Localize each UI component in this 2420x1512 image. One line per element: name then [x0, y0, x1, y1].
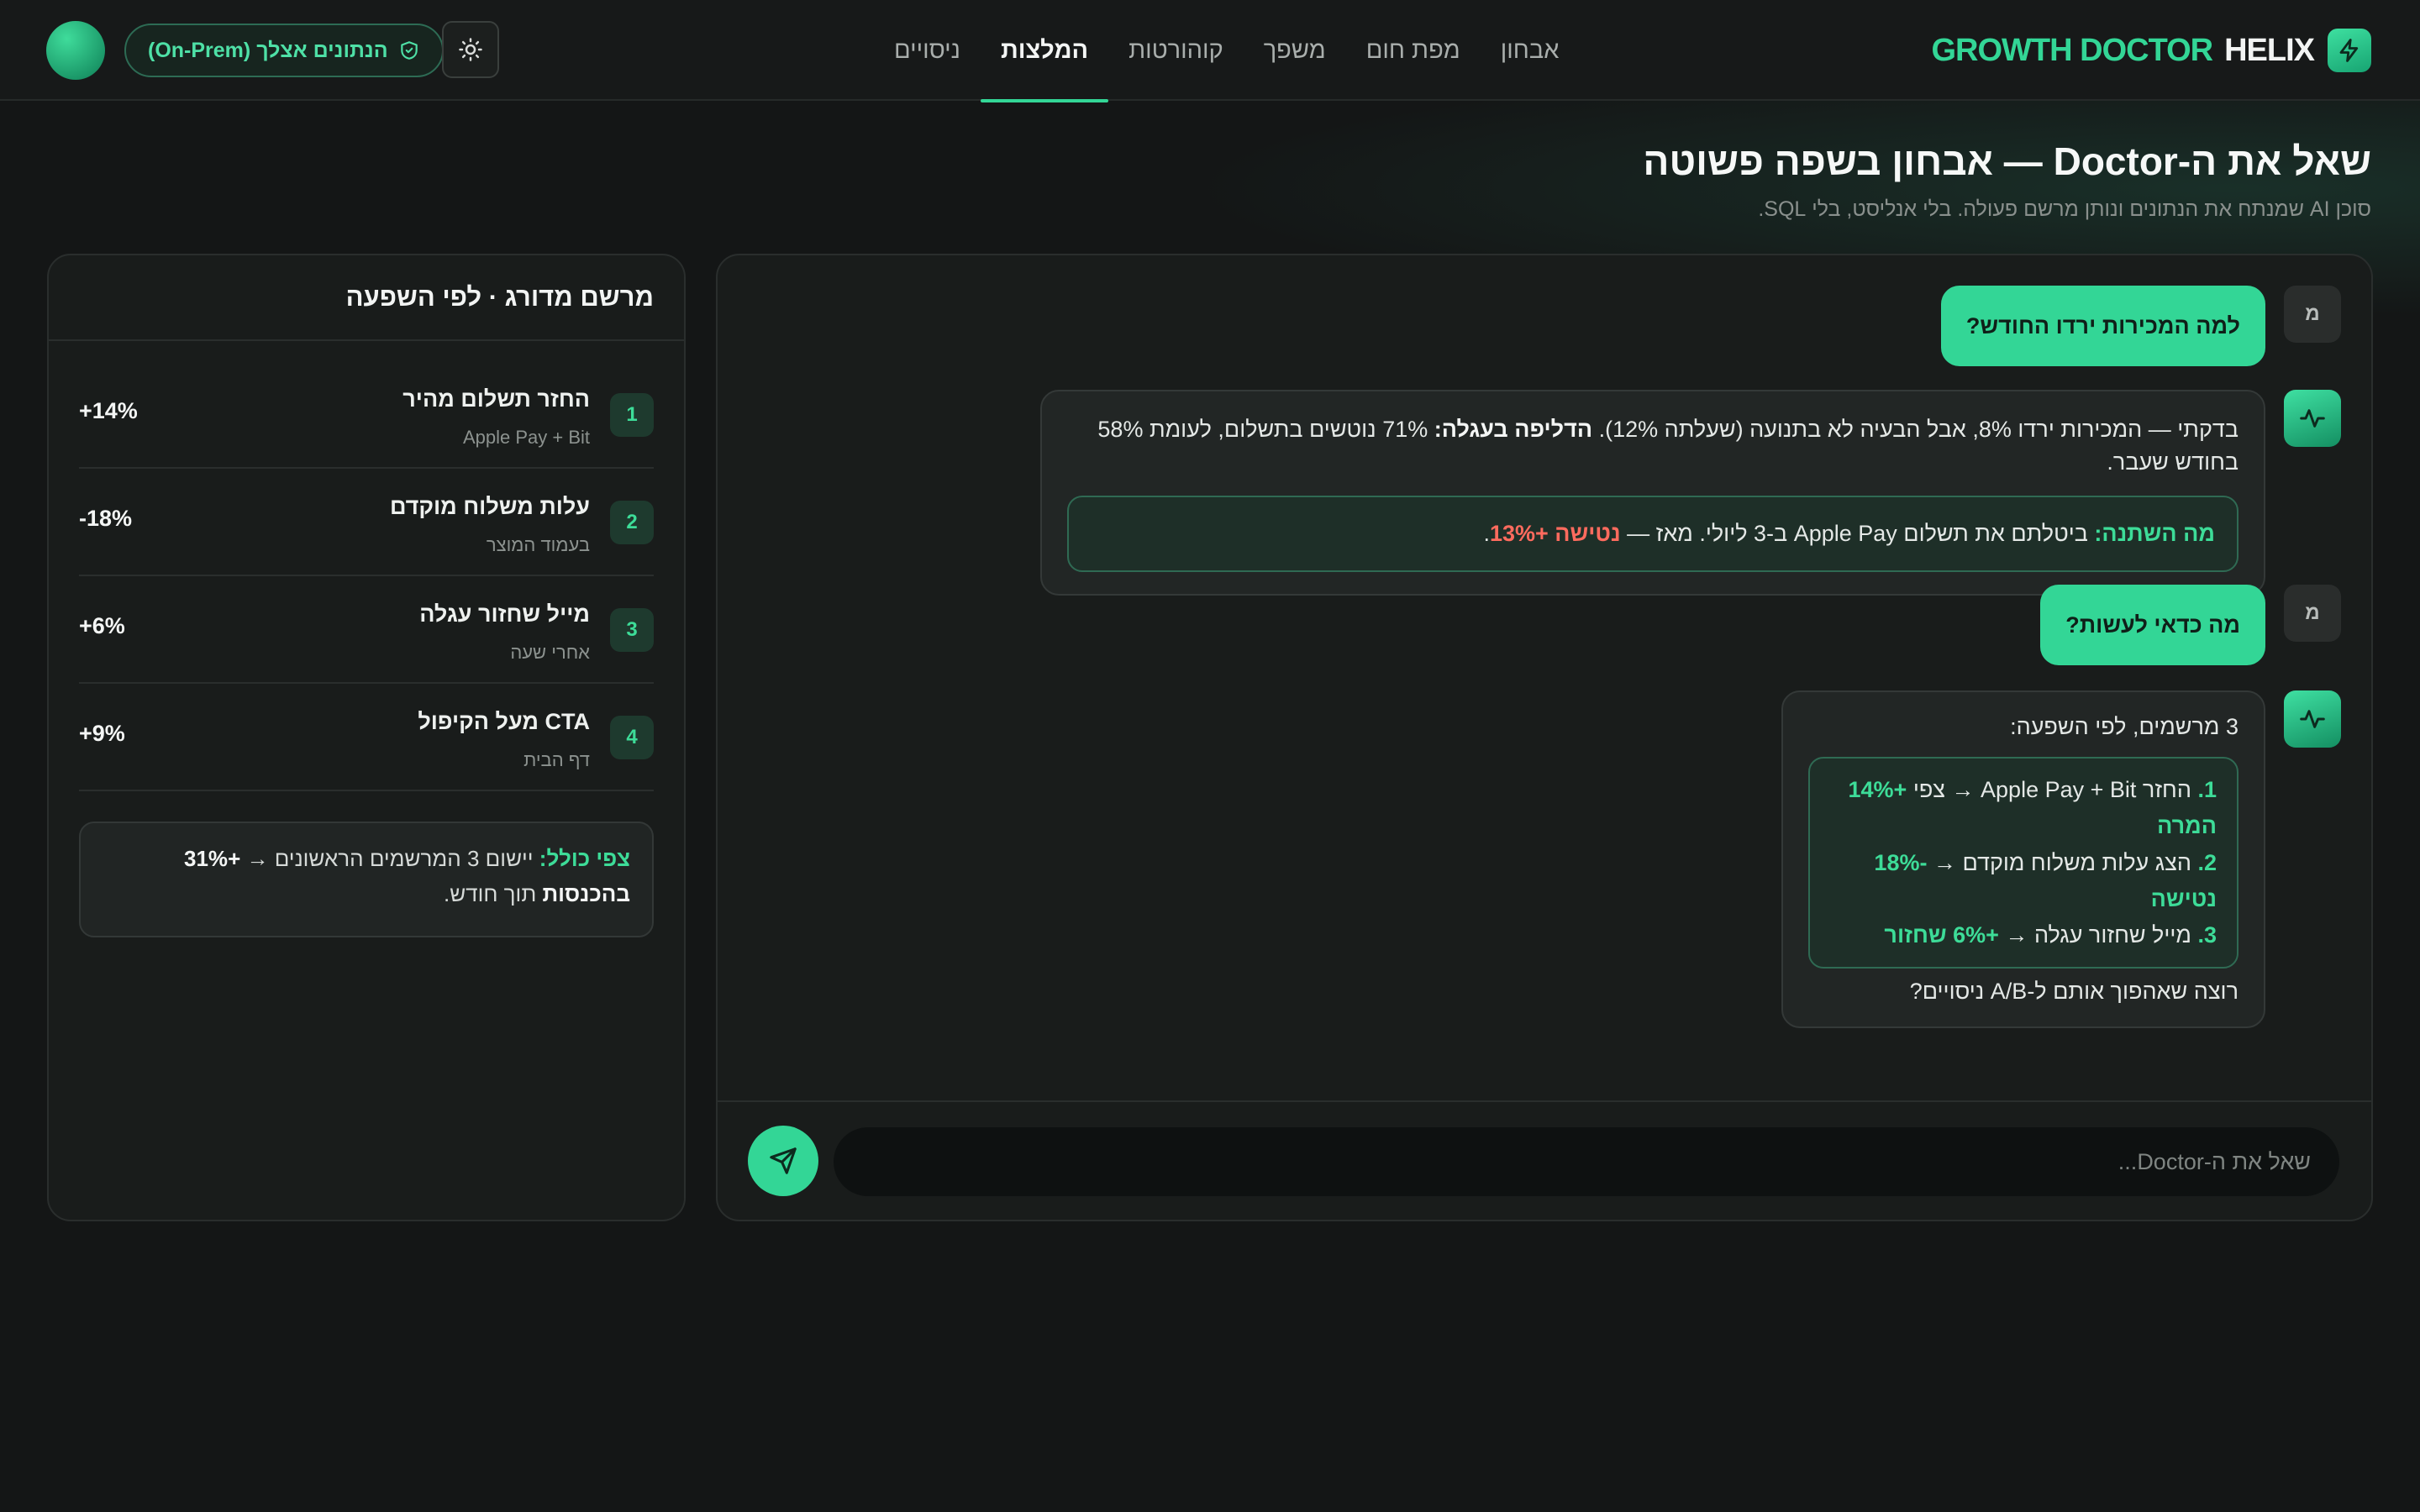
callout-end: . — [1483, 521, 1490, 547]
page-title: שאל את ה-Doctor — אבחון בשפה פשוטה — [1643, 139, 2371, 183]
chat-input[interactable] — [834, 1127, 2339, 1196]
send-icon — [770, 1147, 797, 1174]
prescription-subtitle: Apple Pay + Bit — [462, 427, 590, 448]
on-prem-label: הנתונים אצלך (On-Prem) — [148, 38, 388, 62]
prescription-impact: +9% — [79, 721, 125, 746]
message-user-1: מ למה המכירות ירדו החודש? — [1940, 286, 2341, 366]
nav-recommendations[interactable]: המלצות — [980, 0, 1109, 102]
chat-panel: מ למה המכירות ירדו החודש? בדקתי — המכירו… — [716, 254, 2373, 1221]
callout-alert: נטישה +13% — [1489, 521, 1621, 547]
composer-divider — [718, 1100, 2371, 1102]
prescription-item[interactable]: 4 CTA מעל הקיפול דף הבית +9% — [79, 684, 654, 791]
nav-experiments[interactable]: ניסויים — [874, 0, 981, 101]
top-bar: GROWTH DOCTOR HELIX אבחון מפת חום משפך קו… — [0, 0, 2420, 102]
prescription-title: החזר תשלום מהיר — [402, 386, 590, 412]
prescription-subtitle: אחרי שעה — [510, 642, 590, 663]
brand-secondary: HELIX — [2224, 32, 2315, 68]
rank-badge: 3 — [610, 608, 654, 652]
message-bot-1: בדקתי — המכירות ירדו 8%, אבל הבעיה לא בת… — [1040, 390, 2341, 596]
prescriptions-title: מרשם מדורג · לפי השפעה — [49, 255, 684, 341]
callout-label: מה השתנה: — [2094, 521, 2215, 547]
prescription-item[interactable]: 2 עלות משלוח מוקדם בעמוד המוצר -18% — [79, 469, 654, 576]
main-nav: אבחון מפת חום משפך קוהורטות המלצות ניסוי… — [874, 0, 1580, 102]
user-bubble: למה המכירות ירדו החודש? — [1940, 286, 2265, 366]
prescription-impact: +6% — [79, 613, 125, 638]
prescription-subtitle: דף הבית — [523, 749, 590, 770]
lightning-icon — [2328, 29, 2371, 72]
message-bot-2: 3 מרשמים, לפי השפעה: 1. החזר Apple Pay +… — [1781, 690, 2341, 1029]
prescription-impact: -18% — [79, 506, 133, 531]
prescription-item[interactable]: 3 מייל שחזור עגלה אחרי שעה +6% — [79, 576, 654, 684]
nav-funnel[interactable]: משפך — [1244, 0, 1346, 101]
prescription-impact: +14% — [79, 398, 138, 423]
prescription-line: 1. החזר Apple Pay + Bit → צפי +14% המרה — [1848, 777, 2217, 839]
nav-heatmap[interactable]: מפת חום — [1346, 0, 1481, 101]
rank-badge: 1 — [610, 393, 654, 437]
prescription-title: עלות משלוח מוקדם — [390, 494, 590, 519]
diagnosis-bold: הדליפה בעגלה: — [1434, 417, 1593, 442]
brand[interactable]: GROWTH DOCTOR HELIX — [1931, 27, 2371, 74]
bot-bubble: 3 מרשמים, לפי השפעה: 1. החזר Apple Pay +… — [1781, 690, 2265, 1029]
rank-badge: 2 — [610, 501, 654, 544]
prescription-line: 3. מייל שחזור עגלה → +6% שחזור — [1884, 921, 2217, 948]
message-user-2: מ מה כדאי לעשות? — [2040, 585, 2341, 665]
what-changed-callout: מה השתנה: ביטלתם את תשלום Apple Pay ב-3 … — [1067, 496, 2238, 573]
prescription-item[interactable]: 1 החזר תשלום מהיר Apple Pay + Bit +14% — [79, 361, 654, 469]
bot-bubble: בדקתי — המכירות ירדו 8%, אבל הבעיה לא בת… — [1040, 390, 2265, 596]
rank-badge: 4 — [610, 716, 654, 759]
forecast-label: צפי כולל: — [539, 846, 630, 871]
prescriptions-outro: רוצה שאהפוך אותם ל-A/B ניסויים? — [1909, 979, 2238, 1005]
user-avatar-small: מ — [2284, 585, 2341, 642]
prescriptions-callout: 1. החזר Apple Pay + Bit → צפי +14% המרה … — [1808, 757, 2238, 969]
diagnosis-plain: בדקתי — המכירות ירדו 8%, אבל הבעיה לא בת… — [1592, 417, 2238, 442]
prescriptions-panel: מרשם מדורג · לפי השפעה 1 החזר תשלום מהיר… — [47, 254, 686, 1221]
prescription-subtitle: בעמוד המוצר — [486, 534, 590, 555]
user-avatar[interactable] — [46, 21, 105, 80]
shield-check-icon — [400, 41, 418, 60]
forecast-text: יישום 3 המרשמים הראשונים → — [240, 846, 539, 871]
bot-diagnosis-text: בדקתי — המכירות ירדו 8%, אבל הבעיה לא בת… — [1067, 413, 2238, 479]
pulse-icon — [2284, 690, 2341, 748]
prescription-title: CTA מעל הקיפול — [418, 709, 590, 734]
on-prem-badge[interactable]: הנתונים אצלך (On-Prem) — [124, 24, 444, 77]
pulse-icon — [2284, 390, 2341, 447]
nav-diagnosis[interactable]: אבחון — [1481, 0, 1580, 101]
page-subtitle: סוכן AI שמנתח את הנתונים ונותן מרשם פעול… — [1758, 197, 2371, 221]
forecast-end: תוך חודש. — [443, 880, 543, 906]
prescription-line: 2. הצג עלות משלוח מוקדם → -18% נטישה — [1874, 849, 2217, 911]
prescription-title: מייל שחזור עגלה — [419, 601, 590, 627]
prescriptions-intro: 3 מרשמים, לפי השפעה: — [2010, 714, 2238, 739]
sun-icon — [459, 38, 482, 61]
total-forecast: צפי כולל: יישום 3 המרשמים הראשונים → +31… — [79, 822, 654, 937]
callout-text: ביטלתם את תשלום Apple Pay ב-3 ליולי. מאז… — [1620, 521, 2095, 547]
user-bubble: מה כדאי לעשות? — [2040, 585, 2265, 665]
theme-toggle-button[interactable] — [442, 21, 499, 78]
page-heading: שאל את ה-Doctor — אבחון בשפה פשוטה סוכן … — [1643, 139, 2371, 222]
brand-name: GROWTH DOCTOR HELIX — [1931, 32, 2315, 69]
send-button[interactable] — [748, 1126, 818, 1196]
brand-primary: GROWTH DOCTOR — [1931, 32, 2213, 68]
user-avatar-small: מ — [2284, 286, 2341, 343]
nav-cohorts[interactable]: קוהורטות — [1108, 0, 1244, 101]
